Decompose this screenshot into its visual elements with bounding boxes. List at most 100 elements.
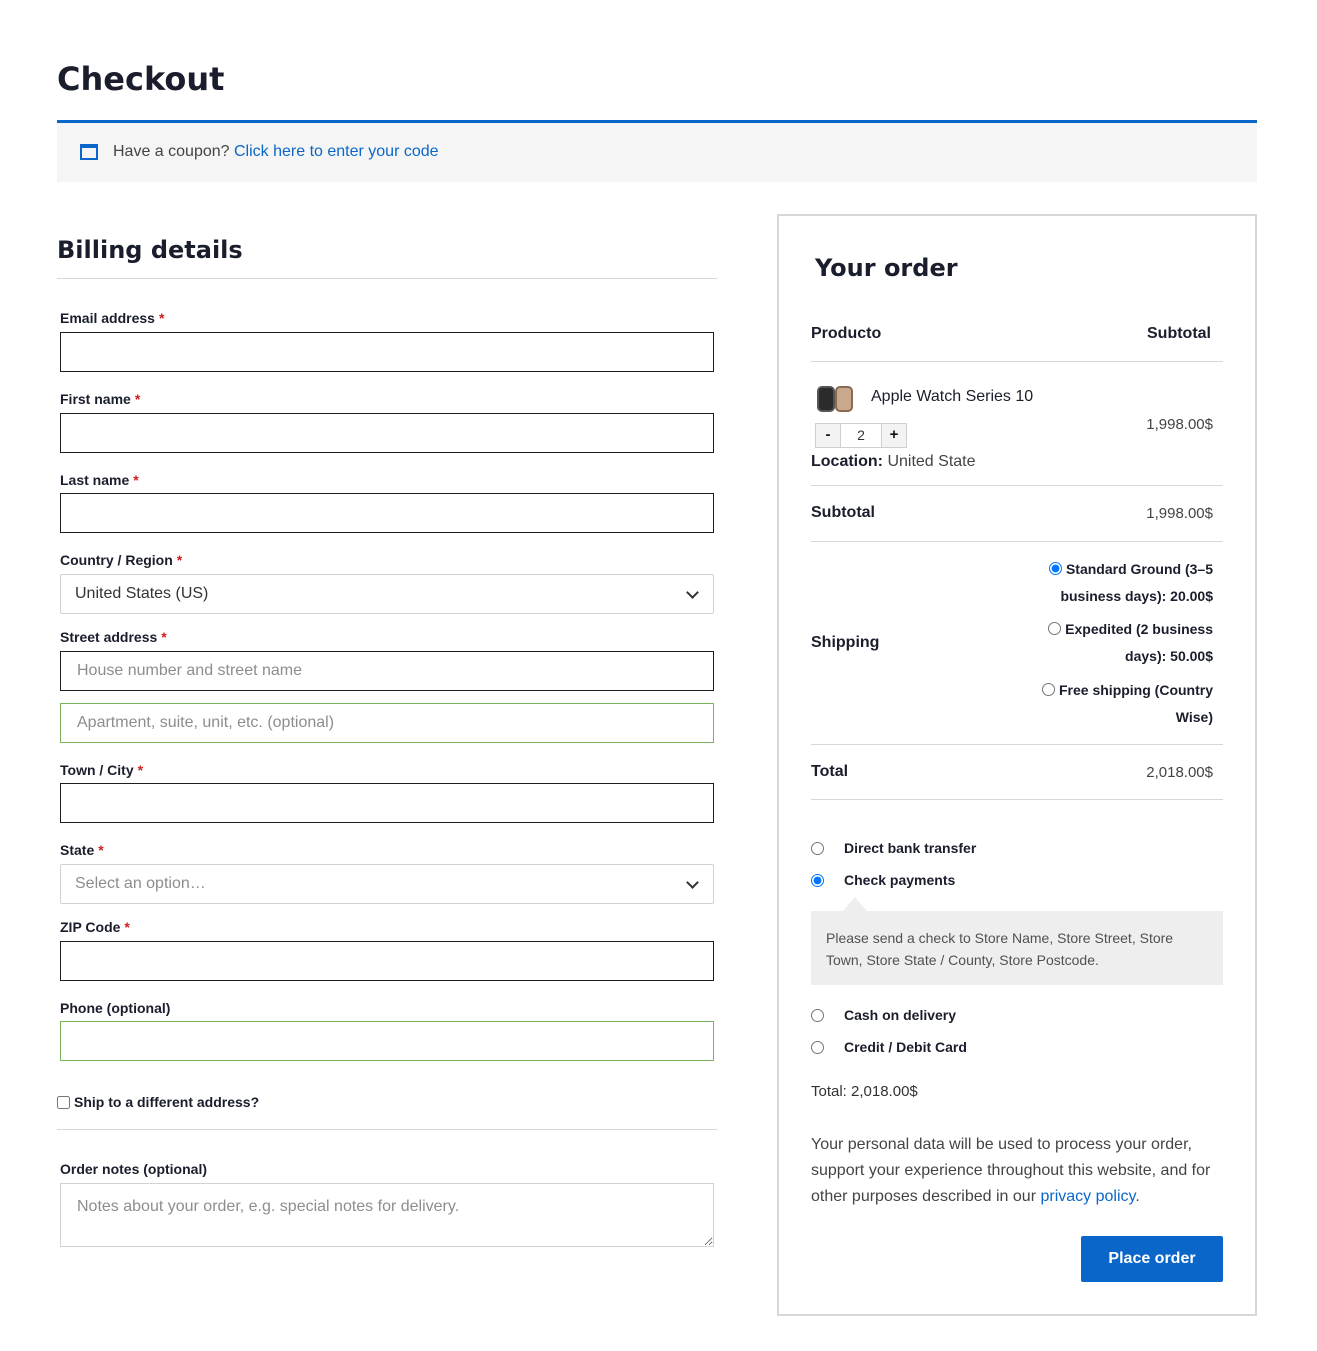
required-mark: * xyxy=(134,391,141,407)
phone-field[interactable] xyxy=(60,1021,714,1061)
shipping-option-price: 50.00$ xyxy=(1170,648,1213,664)
shipping-option-text: Standard Ground (3–5 xyxy=(1065,561,1213,577)
payment-card[interactable]: Credit / Debit Card xyxy=(811,1039,967,1055)
coupon-link[interactable]: Click here to enter your code xyxy=(234,143,439,160)
last-name-label-text: Last name xyxy=(60,472,130,488)
street-label: Street address * xyxy=(60,629,167,645)
state-placeholder: Select an option… xyxy=(75,875,206,892)
shipping-option-standard[interactable]: Standard Ground (3–5 business days): 20.… xyxy=(1048,556,1213,610)
radio[interactable] xyxy=(1048,562,1062,575)
qty-value[interactable]: 2 xyxy=(841,423,881,448)
divider xyxy=(811,361,1223,362)
billing-title: Billing details xyxy=(57,236,243,264)
state-label-text: State xyxy=(60,842,95,858)
shipping-option-text: days): xyxy=(1125,648,1167,664)
required-mark: * xyxy=(98,842,104,858)
payment-method-label: Direct bank transfer xyxy=(844,840,977,856)
required-mark: * xyxy=(161,629,167,645)
coupon-notice: Have a coupon? Click here to enter your … xyxy=(57,120,1257,182)
zip-label-text: ZIP Code xyxy=(60,919,121,935)
apartment-field[interactable] xyxy=(60,703,714,743)
radio[interactable] xyxy=(811,1008,824,1022)
place-order-button[interactable]: Place order xyxy=(1081,1236,1223,1282)
country-select[interactable]: United States (US) xyxy=(60,574,714,614)
divider xyxy=(57,278,717,279)
divider xyxy=(811,744,1223,745)
shipping-option-text: Expedited (2 business xyxy=(1065,621,1213,637)
country-value: United States (US) xyxy=(75,585,209,602)
qty-increase-button[interactable]: + xyxy=(881,423,907,448)
order-notes-label: Order notes (optional) xyxy=(60,1161,207,1177)
subtotal-label: Subtotal xyxy=(811,504,875,521)
ship-different-label: Ship to a different address? xyxy=(74,1094,260,1110)
payment-method-label: Check payments xyxy=(844,872,956,888)
first-name-field[interactable] xyxy=(60,413,714,453)
shipping-option-free[interactable]: Free shipping (Country Wise) xyxy=(1042,677,1213,731)
radio[interactable] xyxy=(1042,683,1055,696)
payment-check[interactable]: Check payments xyxy=(811,872,955,888)
product-thumbnail xyxy=(815,384,855,414)
location-value: United State xyxy=(887,453,976,470)
radio[interactable] xyxy=(811,841,824,855)
required-mark: * xyxy=(133,472,139,488)
window-icon xyxy=(80,144,98,160)
required-mark: * xyxy=(176,552,183,568)
check-payment-description: Please send a check to Store Name, Store… xyxy=(811,911,1223,985)
shipping-option-expedited[interactable]: Expedited (2 business days): 50.00$ xyxy=(1048,616,1213,670)
order-title: Your order xyxy=(815,254,958,282)
total-summary: Total: 2,018.00$ xyxy=(811,1083,918,1100)
required-mark: * xyxy=(137,762,144,778)
divider xyxy=(811,541,1223,542)
city-label-text: Town / City xyxy=(60,762,134,778)
city-label: Town / City * xyxy=(60,762,143,778)
coupon-text: Have a coupon? Click here to enter your … xyxy=(113,143,439,161)
email-field[interactable] xyxy=(60,332,714,372)
chevron-down-icon xyxy=(686,586,699,599)
product-name: Apple Watch Series 10 xyxy=(871,388,1034,405)
order-notes-field[interactable] xyxy=(60,1183,714,1247)
privacy-notice: Your personal data will be used to proce… xyxy=(811,1132,1223,1210)
shipping-option-text: business days): xyxy=(1060,588,1167,604)
shipping-option-text: Wise) xyxy=(1175,709,1213,725)
qty-decrease-button[interactable]: - xyxy=(815,423,841,448)
product-price: 1,998.00$ xyxy=(1146,416,1213,433)
total-value: 2,018.00$ xyxy=(1146,764,1213,781)
payment-bank-transfer[interactable]: Direct bank transfer xyxy=(811,840,976,856)
shipping-option-price: 20.00$ xyxy=(1170,588,1213,604)
payment-method-label: Credit / Debit Card xyxy=(844,1039,967,1055)
phone-label: Phone (optional) xyxy=(60,1000,171,1016)
column-header-product: Producto xyxy=(811,325,882,342)
zip-label: ZIP Code * xyxy=(60,919,130,935)
radio[interactable] xyxy=(1048,622,1062,635)
country-label: Country / Region * xyxy=(60,552,182,568)
email-label-text: Email address xyxy=(60,310,155,326)
coupon-prompt: Have a coupon? xyxy=(113,143,230,160)
first-name-label-text: First name xyxy=(60,391,131,407)
payment-cash-on-delivery[interactable]: Cash on delivery xyxy=(811,1007,956,1023)
street-address-field[interactable] xyxy=(60,651,714,691)
column-header-subtotal: Subtotal xyxy=(1147,325,1211,342)
divider xyxy=(811,485,1223,486)
street-label-text: Street address xyxy=(60,629,158,645)
state-select[interactable]: Select an option… xyxy=(60,864,714,904)
shipping-option-text: Free shipping (Country xyxy=(1059,682,1213,698)
divider xyxy=(57,1129,717,1130)
quantity-stepper: - 2 + xyxy=(815,423,907,448)
last-name-label: Last name * xyxy=(60,472,139,488)
last-name-field[interactable] xyxy=(60,493,714,533)
zip-field[interactable] xyxy=(60,941,714,981)
required-mark: * xyxy=(158,310,165,326)
radio[interactable] xyxy=(811,873,824,887)
privacy-policy-link[interactable]: privacy policy xyxy=(1040,1188,1135,1205)
page-title: Checkout xyxy=(57,60,225,98)
location-label: Location: xyxy=(811,453,883,470)
checkbox[interactable] xyxy=(57,1095,70,1109)
required-mark: * xyxy=(124,919,130,935)
ship-different-checkbox[interactable]: Ship to a different address? xyxy=(57,1094,259,1110)
radio[interactable] xyxy=(811,1040,824,1054)
country-label-text: Country / Region xyxy=(60,552,173,568)
city-field[interactable] xyxy=(60,783,714,823)
privacy-text: Your personal data will be used to proce… xyxy=(811,1136,1211,1205)
subtotal-value: 1,998.00$ xyxy=(1146,505,1213,522)
privacy-end: . xyxy=(1135,1188,1140,1205)
